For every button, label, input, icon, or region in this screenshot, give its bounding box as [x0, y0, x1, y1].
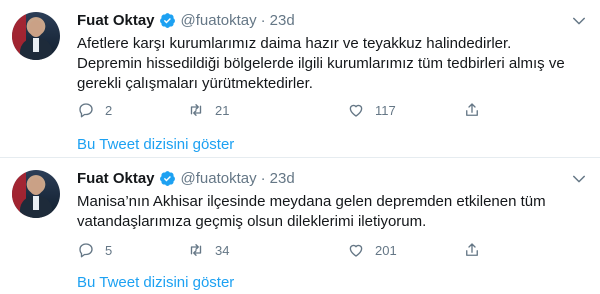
share-button[interactable]: [463, 100, 481, 120]
tweet-header: Fuat Oktay @fuatoktay · 23d: [77, 10, 295, 30]
reply-count: 5: [105, 242, 113, 258]
like-count: 117: [375, 102, 396, 118]
share-button[interactable]: [463, 240, 481, 260]
tweet-text: Manisa’nın Akhisar ilçesinde meydana gel…: [77, 193, 546, 230]
retweet-icon: [190, 244, 202, 256]
like-icon: [349, 104, 363, 117]
chevron-down-icon[interactable]: [570, 12, 588, 30]
verified-badge-icon: [159, 170, 175, 186]
avatar[interactable]: [12, 170, 60, 218]
reply-button[interactable]: 5: [77, 240, 112, 260]
show-thread-link[interactable]: Bu Tweet dizisini göster: [77, 274, 234, 291]
retweet-count: 21: [215, 102, 230, 118]
author-handle[interactable]: @fuatoktay: [181, 12, 257, 29]
share-icon: [466, 103, 478, 116]
retweet-count: 34: [215, 242, 230, 258]
like-count: 201: [375, 242, 397, 258]
verified-badge-icon: [159, 12, 175, 28]
tweet-text: Afetlere karşı kurumlarımız daima hazır …: [77, 35, 565, 92]
tweet-actions: 5 34 201: [77, 240, 537, 260]
author-name[interactable]: Fuat Oktay: [77, 170, 155, 187]
timestamp[interactable]: 23d: [270, 12, 295, 29]
retweet-button[interactable]: 34: [187, 240, 229, 260]
reply-button[interactable]: 2: [77, 100, 112, 120]
tweet[interactable]: Fuat Oktay @fuatoktay · 23d Afetlere kar…: [0, 0, 600, 157]
author-handle[interactable]: @fuatoktay: [181, 170, 257, 187]
tweet-header: Fuat Oktay @fuatoktay · 23d: [77, 168, 295, 188]
like-button[interactable]: 117: [347, 100, 396, 120]
avatar[interactable]: [12, 12, 60, 60]
tweet[interactable]: Fuat Oktay @fuatoktay · 23d Manisa’nın A…: [0, 158, 600, 294]
reply-icon: [79, 103, 93, 118]
share-icon: [466, 243, 478, 256]
tweet-actions: 2 21 117: [77, 100, 537, 120]
retweet-button[interactable]: 21: [187, 100, 229, 120]
separator-dot: ·: [260, 169, 266, 187]
separator-dot: ·: [260, 11, 266, 29]
reply-count: 2: [105, 102, 113, 118]
reply-icon: [79, 243, 93, 258]
show-thread-link[interactable]: Bu Tweet dizisini göster: [77, 136, 234, 153]
like-button[interactable]: 201: [347, 240, 397, 260]
chevron-down-icon[interactable]: [570, 170, 588, 188]
like-icon: [349, 244, 363, 257]
retweet-icon: [190, 104, 202, 116]
author-name[interactable]: Fuat Oktay: [77, 12, 155, 29]
timestamp[interactable]: 23d: [270, 170, 295, 187]
